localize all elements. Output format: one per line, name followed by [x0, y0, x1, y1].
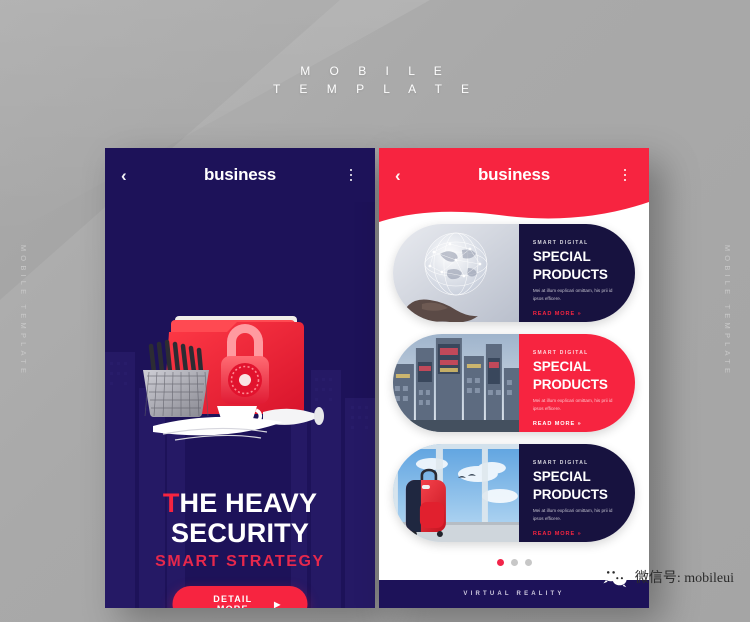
card-body-text: Mei at illum explicari omittam, his prii…	[532, 398, 613, 411]
page-title: M O B I L E T E M P L A T E	[0, 62, 750, 98]
product-card-panel: SMART DIGITAL SPECIAL PRODUCTS Mei at il…	[518, 444, 635, 542]
product-card-panel: SMART DIGITAL SPECIAL PRODUCTS Mei at il…	[518, 224, 635, 322]
globe-network-image	[393, 224, 519, 322]
kebab-menu-icon[interactable]	[343, 168, 359, 182]
wechat-logo-icon	[602, 566, 627, 588]
chevron-left-icon[interactable]: ‹	[121, 167, 137, 184]
headline-subtitle: SMART STRATEGY	[155, 553, 325, 570]
card-eyebrow: SMART DIGITAL	[532, 240, 589, 246]
red-suitcase-window-image	[393, 444, 519, 542]
read-more-link[interactable]: READ MORE »	[533, 421, 621, 427]
headline-line2: SECURITY	[170, 518, 310, 548]
product-card-panel: SMART DIGITAL SPECIAL PRODUCTS Mei at il…	[518, 334, 635, 432]
left-phone-body: THE HEAVY SECURITY SMART STRATEGY DETAIL…	[105, 202, 375, 608]
chevron-left-icon[interactable]: ‹	[395, 167, 411, 184]
detail-more-label: DETAIL MORE	[213, 594, 253, 608]
side-label-right: MOBILE TEMPLATE	[723, 244, 732, 378]
card-title-line1: SPECIAL	[532, 359, 591, 374]
card-title-line1: SPECIAL	[532, 249, 591, 264]
headline-line1: THE HEAVY	[105, 490, 375, 517]
product-card[interactable]: SMART DIGITAL SPECIAL PRODUCTS Mei at il…	[393, 444, 635, 542]
security-illustration	[143, 316, 324, 441]
wechat-watermark: 微信号: mobileui	[602, 566, 734, 588]
pagination-dot-2[interactable]	[510, 559, 518, 566]
card-title-line2: PRODUCTS	[532, 266, 608, 282]
detail-more-button[interactable]: DETAIL MORE ▶	[172, 586, 308, 609]
arrow-right-icon: ▶	[274, 599, 282, 609]
left-phone-headline: THE HEAVY SECURITY SMART STRATEGY	[105, 490, 375, 570]
right-phone-mockup: ‹ business SMART DIGITAL SPECIAL PRODUCT…	[379, 148, 649, 608]
left-phone-title: business	[203, 165, 277, 184]
card-title-line2: PRODUCTS	[532, 486, 608, 502]
wechat-id-text: 微信号: mobileui	[634, 571, 734, 586]
product-card[interactable]: SMART DIGITAL SPECIAL PRODUCTS Mei at il…	[393, 334, 635, 432]
card-body-text: Mei at illum explicari omittam, his prii…	[532, 288, 613, 301]
product-card[interactable]: SMART DIGITAL SPECIAL PRODUCTS Mei at il…	[393, 224, 635, 322]
pagination-dot-1[interactable]	[496, 559, 504, 566]
read-more-link[interactable]: READ MORE »	[533, 311, 621, 317]
page-title-line2: T E M P L A T E	[272, 82, 478, 96]
left-phone-mockup: ‹ business THE HEAVY SECURITY SMART STRA…	[105, 148, 375, 608]
read-more-link[interactable]: READ MORE »	[533, 531, 621, 537]
card-body-text: Mei at illum explicari omittam, his prii…	[532, 508, 613, 521]
pagination-dot-3[interactable]	[524, 559, 532, 566]
right-phone-title: business	[477, 165, 551, 184]
headline-first-letter: T	[162, 488, 180, 518]
carousel-pagination	[379, 559, 649, 566]
page-title-line1: M O B I L E	[300, 64, 450, 78]
left-phone-topbar: ‹ business	[105, 148, 375, 202]
side-label-left: MOBILE TEMPLATE	[19, 244, 28, 378]
card-title-line1: SPECIAL	[532, 469, 591, 484]
city-skyscrapers-image	[393, 334, 519, 432]
kebab-menu-icon[interactable]	[617, 168, 633, 182]
card-eyebrow: SMART DIGITAL	[532, 460, 589, 466]
headline-line1-rest: HE HEAVY	[179, 488, 318, 518]
card-title-line2: PRODUCTS	[532, 376, 608, 392]
right-phone-body: SMART DIGITAL SPECIAL PRODUCTS Mei at il…	[379, 202, 649, 580]
right-phone-topbar: ‹ business	[379, 148, 649, 202]
card-eyebrow: SMART DIGITAL	[532, 350, 589, 356]
bottom-bar-label: VIRTUAL REALITY	[463, 591, 565, 597]
